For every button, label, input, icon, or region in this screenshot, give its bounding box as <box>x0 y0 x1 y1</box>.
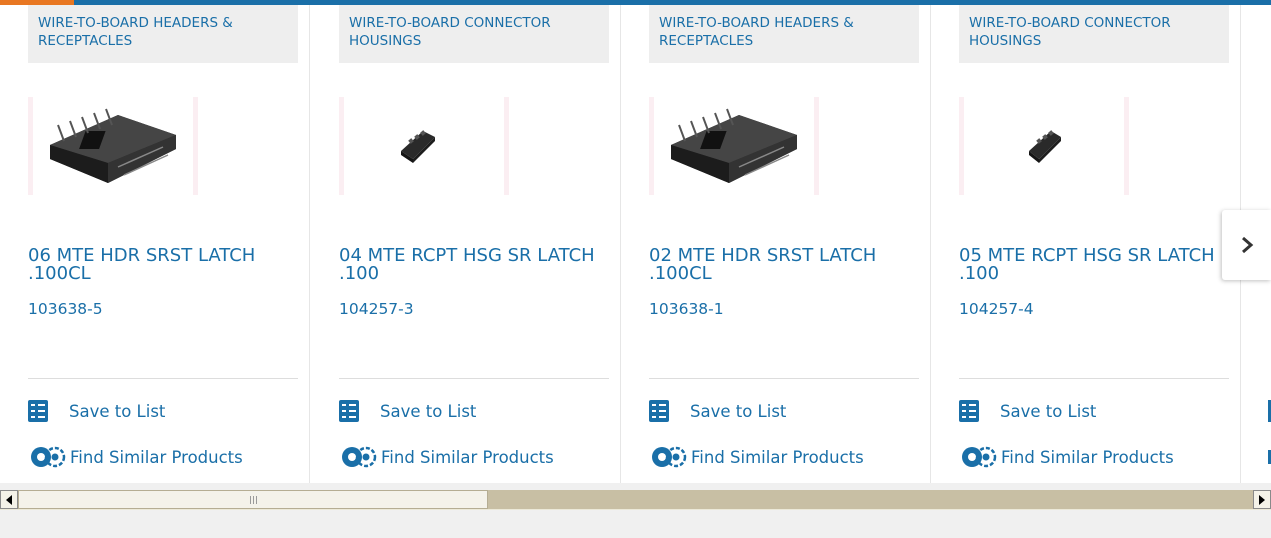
find-similar-label: Find Similar Products <box>70 447 243 467</box>
product-title-link[interactable]: 02 MTE HDR SRST LATCH .100CL <box>649 247 919 283</box>
divider <box>959 378 1229 379</box>
divider <box>28 378 298 379</box>
part-number-link[interactable]: 104257-4 <box>959 300 1034 318</box>
product-card: WIRE-TO-BOARD CONNECTOR HOUSINGS 04 MTE … <box>311 5 621 483</box>
part-number-link[interactable]: 104257-3 <box>339 300 414 318</box>
product-image[interactable] <box>959 97 1129 195</box>
product-card: WIRE-TO-BOARD CONNECTOR HOUSINGS 05 MTE … <box>931 5 1241 483</box>
find-similar-label: Find Similar Products <box>1001 447 1174 467</box>
checklist-icon <box>649 400 669 422</box>
product-title-link[interactable]: 05 MTE RCPT HSG SR LATCH .100 <box>959 247 1229 283</box>
product-card: WIRE-TO-BOARD HEADERS & RECEPTACLES 02 M… <box>621 5 931 483</box>
product-category-link[interactable]: WIRE-TO-BOARD CONNECTOR HOUSINGS <box>959 5 1229 63</box>
save-to-list-button[interactable]: Save to List <box>339 400 476 422</box>
carousel-next-button[interactable] <box>1222 210 1271 280</box>
find-similar-label: Find Similar Products <box>381 447 554 467</box>
product-image[interactable] <box>339 97 509 195</box>
product-image[interactable] <box>649 97 819 195</box>
find-similar-button[interactable]: Find Similar Products <box>959 445 1174 469</box>
gears-icon <box>652 446 687 468</box>
find-similar-label: Find Similar Products <box>691 447 864 467</box>
product-title-link[interactable]: 06 MTE HDR SRST LATCH .100CL <box>28 247 298 283</box>
save-to-list-button[interactable]: Save to List <box>649 400 786 422</box>
save-to-list-label: Save to List <box>690 401 787 421</box>
product-image[interactable] <box>28 97 198 195</box>
scrollbar-thumb[interactable] <box>18 490 488 509</box>
scroll-left-button[interactable] <box>0 490 18 509</box>
chevron-right-icon <box>1241 236 1253 254</box>
arrow-right-icon <box>1259 494 1265 505</box>
find-similar-button[interactable]: Find Similar Products <box>28 445 243 469</box>
save-to-list-label: Save to List <box>1000 401 1097 421</box>
divider <box>649 378 919 379</box>
part-number-link[interactable]: 103638-5 <box>28 300 103 318</box>
scroll-right-button[interactable] <box>1253 490 1271 509</box>
save-to-list-label: Save to List <box>380 401 477 421</box>
divider <box>339 378 609 379</box>
save-to-list-button[interactable]: Save to List <box>28 400 165 422</box>
product-title-link[interactable]: 04 MTE RCPT HSG SR LATCH .100 <box>339 247 609 283</box>
checklist-icon <box>959 400 979 422</box>
gears-icon <box>962 446 997 468</box>
product-carousel: WIRE-TO-BOARD HEADERS & RECEPTACLES 06 M… <box>0 5 1271 483</box>
product-card: WIRE-TO-BOARD HEADERS & RECEPTACLES 06 M… <box>0 5 310 483</box>
gears-icon <box>342 446 377 468</box>
product-category-link[interactable]: WIRE-TO-BOARD CONNECTOR HOUSINGS <box>339 5 609 63</box>
product-category-link[interactable]: WIRE-TO-BOARD HEADERS & RECEPTACLES <box>649 5 919 63</box>
product-category-link[interactable]: WIRE-TO-BOARD HEADERS & RECEPTACLES <box>28 5 298 63</box>
save-to-list-button[interactable]: Save to List <box>959 400 1096 422</box>
part-number-link[interactable]: 103638-1 <box>649 300 724 318</box>
gears-icon <box>31 446 66 468</box>
arrow-left-icon <box>6 494 12 505</box>
checklist-icon <box>339 400 359 422</box>
save-to-list-label: Save to List <box>69 401 166 421</box>
horizontal-scrollbar[interactable] <box>0 490 1271 510</box>
checklist-icon <box>28 400 48 422</box>
find-similar-button[interactable]: Find Similar Products <box>649 445 864 469</box>
find-similar-button[interactable]: Find Similar Products <box>339 445 554 469</box>
